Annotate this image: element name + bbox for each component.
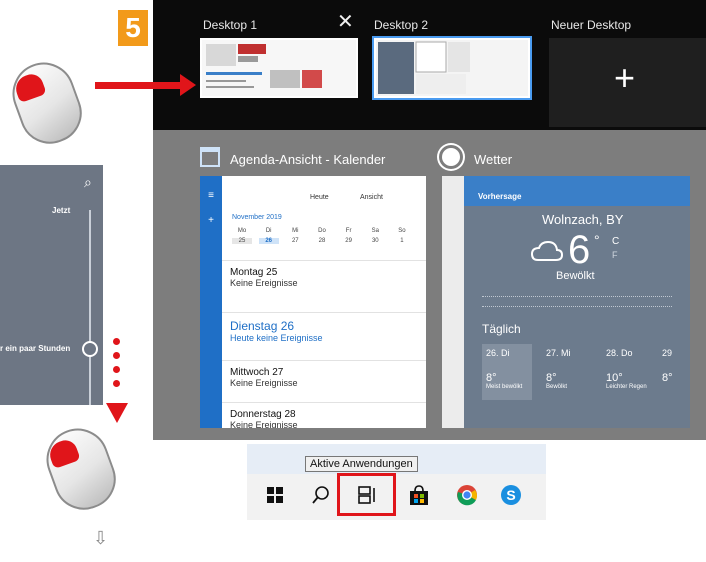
- scroll-dot: [113, 352, 120, 359]
- month-label: November 2019: [232, 214, 282, 221]
- task-view-highlight: [337, 473, 396, 516]
- condition-label: Bewölkt: [556, 270, 595, 282]
- scroll-dot: [113, 366, 120, 373]
- mouse-scroll-icon: [37, 419, 125, 519]
- today-button: Heute: [310, 194, 329, 201]
- pointer-arrow-icon: [95, 82, 185, 89]
- desktop-2-preview: [376, 40, 528, 96]
- agenda-day: Donnerstag 28 Keine Ereignisse: [222, 402, 426, 428]
- menu-icon: ≡: [208, 190, 214, 201]
- unit-celsius: C: [612, 236, 620, 247]
- forecast-day: 28. Do 10° Leichter Regen: [606, 348, 647, 390]
- desktop-1-thumbnail[interactable]: [200, 38, 358, 98]
- desktop-1-preview: [202, 40, 356, 96]
- search-taskbar-icon[interactable]: [310, 484, 332, 506]
- cloud-icon: [530, 240, 564, 261]
- weekday-row: Mo Di Mi Do Fr Sa So: [237, 228, 406, 234]
- skype-icon[interactable]: S: [500, 484, 522, 506]
- scroll-dot: [113, 380, 120, 387]
- calendar-sidebar: ≡ +: [200, 176, 222, 428]
- search-icon: ⌕: [84, 174, 92, 190]
- daily-section-label: Täglich: [482, 322, 521, 336]
- current-temperature: 6: [568, 228, 591, 272]
- calendar-icon: [200, 147, 220, 167]
- timeline-scroll-knob[interactable]: [82, 341, 98, 357]
- scroll-down-arrow-icon: [106, 403, 128, 423]
- forecast-day: 26. Di 8° Meist bewölkt: [482, 344, 532, 400]
- timeline-now-label: Jetzt: [52, 206, 71, 215]
- calendar-window-title: Agenda-Ansicht - Kalender: [230, 152, 386, 167]
- chrome-icon[interactable]: [456, 484, 478, 506]
- desktop-1-label: Desktop 1: [203, 18, 258, 32]
- mouse-click-icon: [3, 53, 91, 153]
- date-row: 25 26 27 28 29 30 1: [232, 238, 412, 244]
- degree-symbol: °: [594, 232, 600, 248]
- forecast-tab: Vorhersage: [478, 192, 522, 201]
- timeline-hours-label: r ein paar Stunden: [0, 344, 71, 353]
- weather-window-preview[interactable]: Vorhersage Wolnzach, BY 6 ° C F Bewölkt …: [442, 176, 690, 428]
- timeline-track: [89, 210, 91, 405]
- location-label: Wolnzach, BY: [542, 212, 624, 227]
- forecast-day: 29 8°: [662, 348, 673, 384]
- sun-icon: [442, 148, 460, 166]
- unit-fahrenheit: F: [612, 250, 618, 260]
- agenda-day: Mittwoch 27 Keine Ereignisse: [222, 360, 426, 400]
- desktop-2-thumbnail[interactable]: [372, 36, 532, 100]
- step-number-badge: 5: [118, 10, 148, 46]
- store-icon[interactable]: [408, 484, 430, 506]
- svg-text:S: S: [506, 487, 515, 503]
- calendar-window-preview[interactable]: ≡ + Heute Ansicht November 2019 Mo Di Mi…: [200, 176, 426, 428]
- agenda-day: Montag 25 Keine Ereignisse: [222, 260, 426, 304]
- windows-start-icon[interactable]: [264, 484, 286, 506]
- down-arrow-icon: ⇩: [93, 528, 109, 548]
- close-desktop-icon[interactable]: ✕: [337, 12, 354, 32]
- new-desktop-label: Neuer Desktop: [551, 18, 632, 32]
- plus-icon: +: [614, 57, 636, 98]
- view-button: Ansicht: [360, 194, 383, 201]
- scroll-dot: [113, 338, 120, 345]
- weather-sidebar: [442, 176, 464, 428]
- desktop-2-label: Desktop 2: [374, 18, 429, 32]
- task-view-tooltip: Aktive Anwendungen: [305, 456, 418, 472]
- timeline-panel: [0, 165, 103, 405]
- forecast-day: 27. Mi 8° Bewölkt: [546, 348, 571, 390]
- agenda-day-today: Dienstag 26 Heute keine Ereignisse: [222, 312, 426, 356]
- weather-window-title: Wetter: [474, 152, 513, 167]
- add-event-icon: +: [208, 215, 214, 226]
